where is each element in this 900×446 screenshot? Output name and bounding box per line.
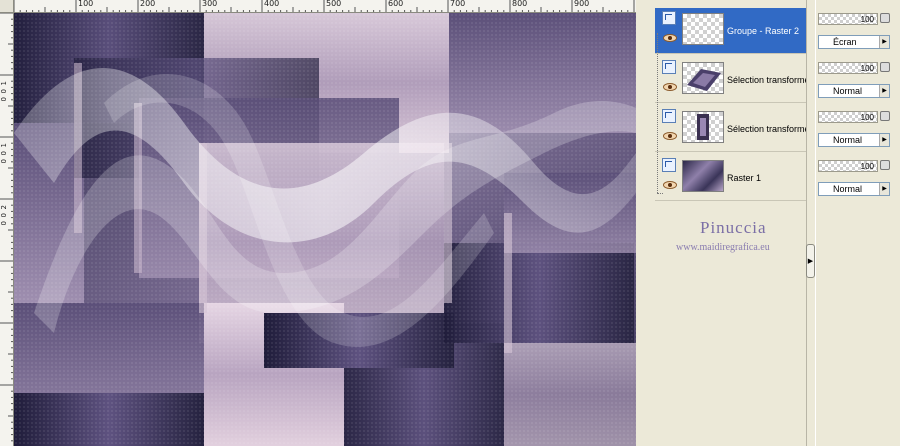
ruler-left: 1 0 0 1 0 0 2 0 0 <box>0 13 14 446</box>
panel-splitter[interactable] <box>806 0 816 446</box>
layer-props-1: 100 Écran ▶ <box>816 0 900 49</box>
opacity-value: 100 <box>860 15 874 24</box>
layer-row-groupe-raster-2[interactable]: Groupe - Raster 2 <box>655 8 806 54</box>
layer-props-4: 100 Normal ▶ <box>816 147 900 196</box>
lock-icon[interactable] <box>880 111 890 121</box>
ruler-top: 100 200 300 400 500 600 700 800 900 <box>14 0 636 13</box>
ruler-label: 0 <box>0 97 8 102</box>
lock-icon[interactable] <box>880 62 890 72</box>
raster-layer-icon[interactable] <box>662 60 676 74</box>
blend-mode-select[interactable]: Normal ▶ <box>818 182 890 196</box>
raster-layer-icon[interactable] <box>662 11 676 25</box>
chevron-right-icon[interactable]: ▶ <box>879 36 889 48</box>
lock-icon[interactable] <box>880 13 890 23</box>
canvas-area: 100 200 300 400 500 600 700 800 900 1 0 … <box>0 0 640 446</box>
layer-thumbnail <box>682 160 724 192</box>
blend-mode-value: Normal <box>833 86 863 96</box>
watermark-url: www.maidiregrafica.eu <box>676 242 770 253</box>
layer-row-selection-transforme-1[interactable]: Sélection transforme <box>655 57 806 103</box>
eye-icon[interactable] <box>663 83 677 91</box>
opacity-slider[interactable]: 100 <box>818 160 878 172</box>
blend-mode-value: Écran <box>833 37 857 47</box>
layer-thumbnail <box>682 111 724 143</box>
opacity-value: 100 <box>860 113 874 122</box>
ruler-label: 0 <box>0 213 8 218</box>
thumbnail-art <box>697 114 709 140</box>
ruler-top-ticks <box>14 0 635 12</box>
opacity-slider[interactable]: 100 <box>818 111 878 123</box>
eye-icon[interactable] <box>663 132 677 140</box>
layer-name: Groupe - Raster 2 <box>727 26 800 36</box>
chevron-right-icon[interactable]: ▶ <box>879 183 889 195</box>
blend-mode-select[interactable]: Normal ▶ <box>818 84 890 98</box>
ruler-label: 1 <box>0 81 8 86</box>
eye-icon[interactable] <box>663 34 677 42</box>
chevron-right-icon[interactable]: ▶ <box>879 134 889 146</box>
ruler-label: 0 <box>0 151 8 156</box>
opacity-value: 100 <box>860 162 874 171</box>
lock-icon[interactable] <box>880 160 890 170</box>
layer-row-selection-transforme-2[interactable]: Sélection transforme <box>655 106 806 152</box>
layer-properties-panel: 100 Écran ▶ 100 Normal ▶ 100 Normal ▶ 10… <box>816 0 900 446</box>
layer-thumbnail <box>682 62 724 94</box>
blend-mode-value: Normal <box>833 184 863 194</box>
raster-layer-icon[interactable] <box>662 109 676 123</box>
blend-mode-select[interactable]: Normal ▶ <box>818 133 890 147</box>
blend-mode-value: Normal <box>833 135 863 145</box>
layer-name: Raster 1 <box>727 173 762 183</box>
ruler-label: 0 <box>0 89 8 94</box>
artwork <box>14 13 636 446</box>
layer-row-raster-1[interactable]: Raster 1 <box>655 155 806 201</box>
layer-props-2: 100 Normal ▶ <box>816 49 900 98</box>
ruler-left-ticks <box>0 13 13 442</box>
layer-name: Sélection transforme <box>727 124 806 134</box>
layer-thumbnail <box>682 13 724 45</box>
ruler-label: 0 <box>0 159 8 164</box>
group-tree-line <box>657 33 658 193</box>
opacity-value: 100 <box>860 64 874 73</box>
eye-icon[interactable] <box>663 181 677 189</box>
layer-props-3: 100 Normal ▶ <box>816 98 900 147</box>
ruler-label: 0 <box>0 221 8 226</box>
ruler-label: 2 <box>0 205 8 210</box>
layer-name: Sélection transforme <box>727 75 806 85</box>
raster-layer-icon[interactable] <box>662 158 676 172</box>
collapse-arrow-icon[interactable]: ▶ <box>806 244 815 278</box>
chevron-right-icon[interactable]: ▶ <box>879 85 889 97</box>
blend-mode-select[interactable]: Écran ▶ <box>818 35 890 49</box>
watermark-title: Pinuccia <box>700 218 767 237</box>
opacity-slider[interactable]: 100 <box>818 62 878 74</box>
ruler-corner <box>0 0 14 13</box>
image-canvas[interactable] <box>14 13 636 446</box>
thumbnail-art <box>687 69 721 91</box>
ruler-label: 1 <box>0 143 8 148</box>
group-tree-line-end <box>657 193 663 194</box>
opacity-slider[interactable]: 100 <box>818 13 878 25</box>
